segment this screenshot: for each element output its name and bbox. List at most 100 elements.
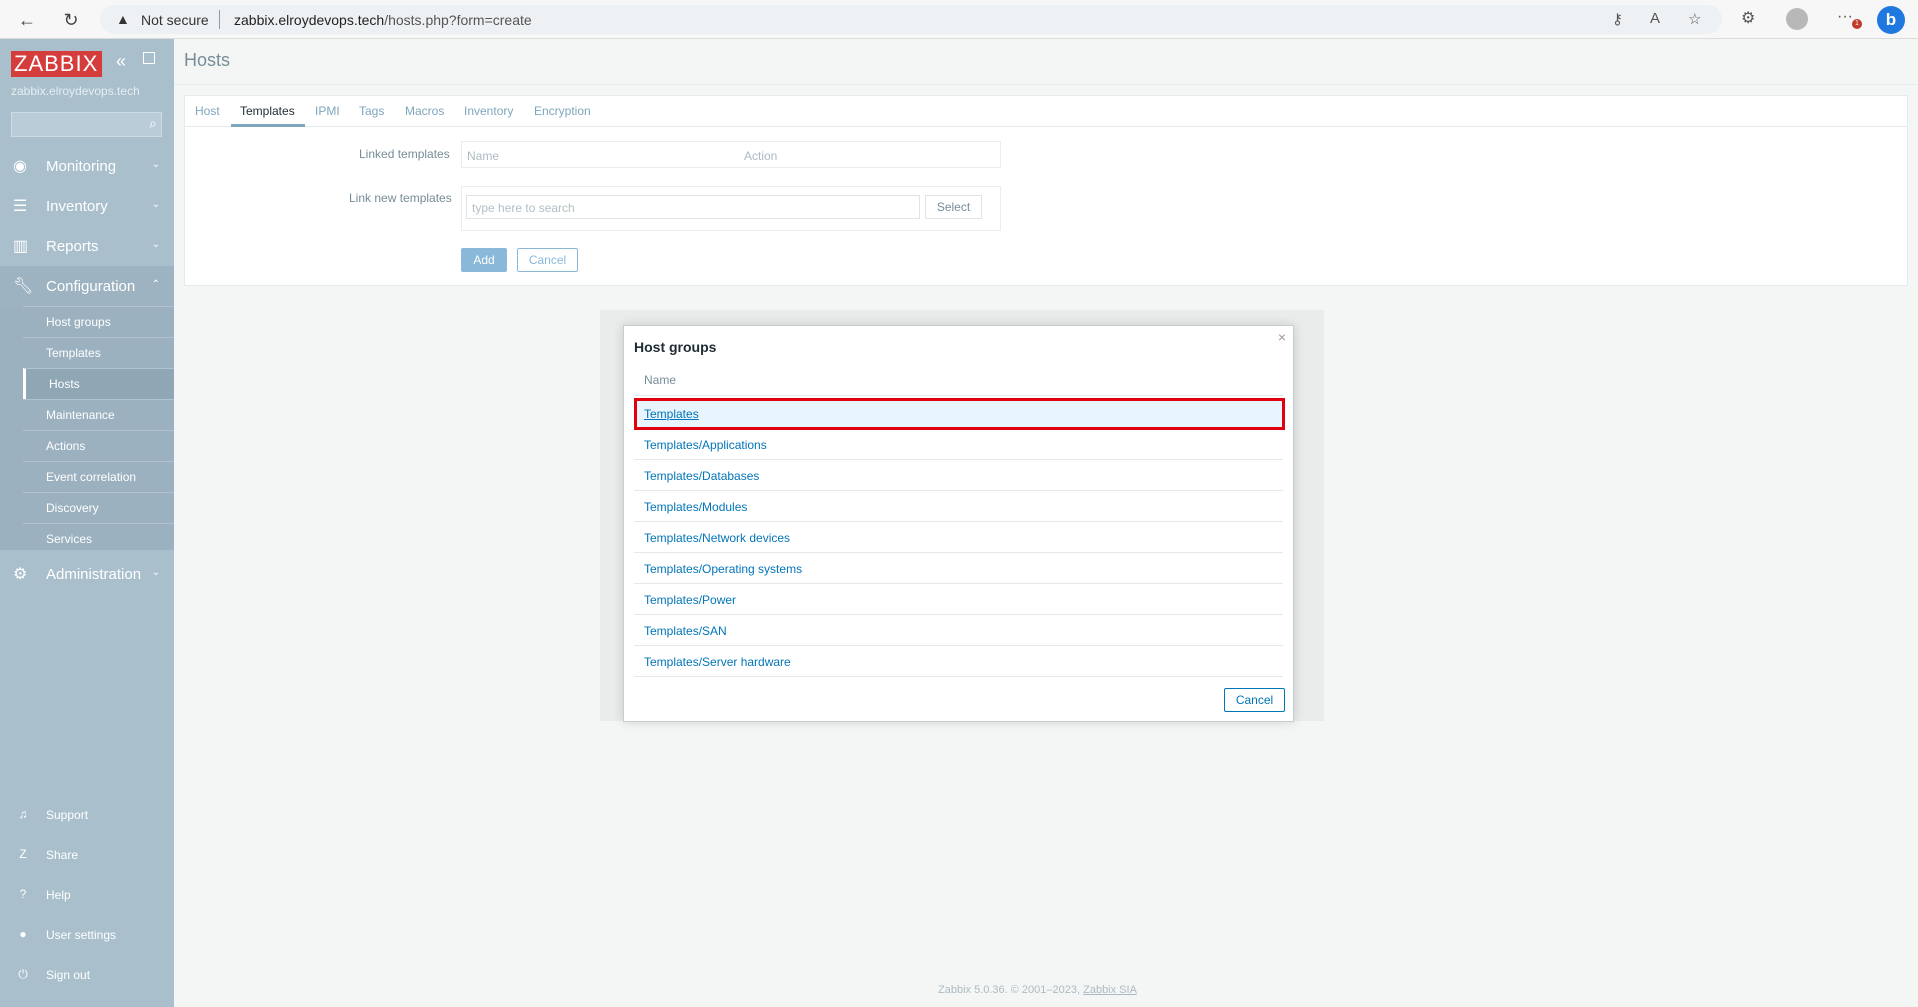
group-row[interactable]: Templates/SAN <box>634 615 1283 646</box>
chevron-up-icon: ⌃ <box>151 279 160 290</box>
tab-tags[interactable]: Tags <box>359 104 384 118</box>
menu-administration[interactable]: ⚙ Administration ⌄ <box>0 554 174 594</box>
select-button[interactable]: Select <box>925 195 982 219</box>
tab-encryption[interactable]: Encryption <box>534 104 591 118</box>
linked-templates-table: Name Action <box>461 141 1001 168</box>
menu-reports[interactable]: ▥ Reports ⌄ <box>0 226 174 266</box>
close-icon[interactable]: × <box>1278 329 1286 345</box>
search-icon[interactable]: ⌕ <box>149 115 157 132</box>
profile-avatar[interactable] <box>1786 8 1808 30</box>
submenu-maintenance[interactable]: Maintenance <box>23 399 174 430</box>
group-link[interactable]: Templates/Applications <box>644 438 767 452</box>
group-link[interactable]: Templates/Databases <box>644 469 759 483</box>
menu-user-settings[interactable]: ● User settings <box>0 915 174 955</box>
chevron-down-icon: ⌄ <box>151 159 160 170</box>
sidebar: ZABBIX « zabbix.elroydevops.tech ⌕ ◉ Mon… <box>0 39 174 1007</box>
group-row[interactable]: Templates/Network devices <box>634 522 1283 553</box>
submenu-services[interactable]: Services <box>23 523 174 554</box>
menu-support[interactable]: ♫ Support <box>0 795 174 835</box>
url-text[interactable]: zabbix.elroydevops.tech/hosts.php?form=c… <box>234 12 532 28</box>
help-icon: ? <box>19 887 27 901</box>
submenu-actions[interactable]: Actions <box>23 430 174 461</box>
share-label: Share <box>46 848 79 862</box>
submenu-event-correlation[interactable]: Event correlation <box>23 461 174 492</box>
group-row[interactable]: Templates/Power <box>634 584 1283 615</box>
submenu-templates[interactable]: Templates <box>23 337 174 368</box>
submenu-label: Event correlation <box>46 470 137 484</box>
url-path: /hosts.php?form=create <box>384 12 532 28</box>
bing-icon[interactable]: b <box>1877 6 1905 34</box>
group-link[interactable]: Templates/Network devices <box>644 531 790 545</box>
security-label[interactable]: Not secure <box>141 12 209 28</box>
submenu-hosts[interactable]: Hosts <box>23 368 174 399</box>
linked-col-name: Name <box>467 149 500 163</box>
sidebar-search-input[interactable]: ⌕ <box>11 112 162 137</box>
submenu-discovery[interactable]: Discovery <box>23 492 174 523</box>
group-row[interactable]: Templates/Applications <box>634 429 1283 460</box>
more-icon[interactable]: ··· <box>1837 8 1853 26</box>
key-icon[interactable]: ⚷ <box>1612 10 1623 28</box>
help-label: Help <box>46 888 71 902</box>
configuration-submenu: Host groups Templates Hosts Maintenance … <box>0 306 174 550</box>
menu-share[interactable]: Z Share <box>0 835 174 875</box>
back-icon[interactable]: ← <box>14 7 40 33</box>
list-icon: ☰ <box>13 198 28 215</box>
active-tab-indicator <box>231 124 305 127</box>
support-label: Support <box>46 808 89 822</box>
group-row[interactable]: Templates/Databases <box>634 460 1283 491</box>
menu-inventory[interactable]: ☰ Inventory ⌄ <box>0 186 174 226</box>
highlight-outline <box>634 398 1285 430</box>
host-groups-dialog: Host groups × Name Templates Templates/A… <box>623 325 1294 722</box>
extensions-icon[interactable]: ⚙ <box>1741 8 1755 28</box>
group-row[interactable]: Templates/Operating systems <box>634 553 1283 584</box>
favorite-star-icon[interactable]: ☆ <box>1688 10 1701 28</box>
add-button[interactable]: Add <box>461 248 507 272</box>
read-aloud-icon[interactable]: A <box>1650 10 1660 27</box>
footer-link[interactable]: Zabbix SIA <box>1083 984 1137 996</box>
tab-ipmi[interactable]: IPMI <box>315 104 340 118</box>
zabbix-logo[interactable]: ZABBIX <box>11 51 102 77</box>
warning-icon: ▲ <box>116 11 130 27</box>
group-link[interactable]: Templates/Modules <box>644 500 747 514</box>
menu-monitoring[interactable]: ◉ Monitoring ⌄ <box>0 146 174 186</box>
headset-icon: ♫ <box>18 807 28 821</box>
chevron-down-icon: ⌄ <box>151 239 160 250</box>
reload-icon[interactable]: ↻ <box>58 7 84 33</box>
group-link[interactable]: Templates/Power <box>644 593 736 607</box>
dialog-title: Host groups <box>634 339 717 355</box>
menu-sign-out[interactable]: ⏻ Sign out <box>0 955 174 995</box>
column-header: Name <box>634 373 1283 396</box>
server-name: zabbix.elroydevops.tech <box>11 84 140 98</box>
submenu-label: Host groups <box>46 315 111 329</box>
menu-configuration-label: Configuration <box>46 278 136 295</box>
user-icon: ● <box>19 927 27 941</box>
tab-templates[interactable]: Templates <box>240 104 295 118</box>
tab-inventory[interactable]: Inventory <box>464 104 513 118</box>
dialog-cancel-button[interactable]: Cancel <box>1224 688 1285 712</box>
address-bar[interactable]: ▲ Not secure zabbix.elroydevops.tech/hos… <box>100 5 1722 34</box>
column-name: Name <box>644 373 677 387</box>
submenu-label: Maintenance <box>46 408 115 422</box>
cancel-button[interactable]: Cancel <box>517 248 578 272</box>
group-row[interactable]: Templates/Modules <box>634 491 1283 522</box>
collapse-sidebar-icon[interactable]: « <box>116 51 126 72</box>
submenu-host-groups[interactable]: Host groups <box>23 306 174 337</box>
linked-col-action: Action <box>744 149 778 163</box>
menu-inventory-label: Inventory <box>46 198 108 215</box>
kiosk-mode-icon[interactable] <box>143 52 155 64</box>
group-link[interactable]: Templates/SAN <box>644 624 727 638</box>
group-link[interactable]: Templates/Operating systems <box>644 562 802 576</box>
tab-macros[interactable]: Macros <box>405 104 444 118</box>
menu-help[interactable]: ? Help <box>0 875 174 915</box>
template-search-input[interactable]: type here to search <box>466 195 920 219</box>
menu-configuration[interactable]: 🔧︎ Configuration ⌃ <box>0 266 174 306</box>
link-new-templates-label: Link new templates <box>349 191 452 205</box>
submenu-label: Discovery <box>46 501 99 515</box>
group-link[interactable]: Templates/Server hardware <box>644 655 791 669</box>
url-host: zabbix.elroydevops.tech <box>234 12 385 28</box>
tab-host[interactable]: Host <box>195 104 220 118</box>
linked-templates-label: Linked templates <box>359 147 450 161</box>
wrench-icon: 🔧︎ <box>13 278 34 295</box>
title-divider <box>174 84 1918 85</box>
group-row[interactable]: Templates/Server hardware <box>634 646 1283 677</box>
